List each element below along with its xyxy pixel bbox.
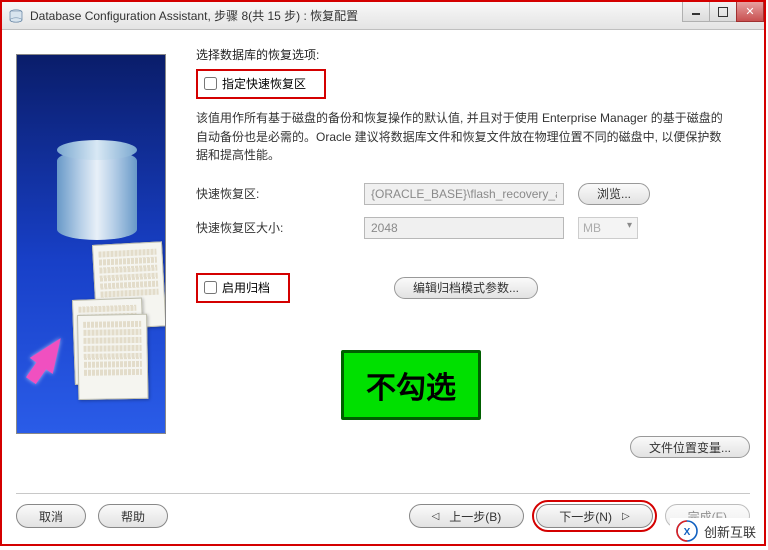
back-button-label: 上一步(B) (449, 508, 501, 525)
close-button[interactable] (736, 2, 764, 22)
browse-button[interactable]: 浏览... (578, 183, 650, 205)
cancel-button[interactable]: 取消 (16, 504, 86, 528)
archive-checkbox-label: 启用归档 (222, 279, 270, 296)
app-icon (8, 8, 24, 24)
archive-checkbox-input[interactable] (204, 281, 217, 294)
next-button[interactable]: 下一步(N) (536, 504, 652, 528)
recovery-size-unit: MB (578, 217, 638, 239)
minimize-button[interactable] (682, 2, 710, 22)
recovery-size-label: 快速恢复区大小: (196, 219, 364, 236)
title-bar: Database Configuration Assistant, 步骤 8(共… (2, 2, 764, 30)
watermark-text: 创新互联 (704, 522, 756, 541)
wizard-button-bar: 取消 帮助 上一步(B) 下一步(N) 完成(F) (16, 493, 750, 528)
highlight-box-archive: 启用归档 (196, 273, 290, 303)
watermark: X 创新互联 (670, 518, 762, 544)
file-location-button[interactable]: 文件位置变量... (630, 436, 750, 458)
archive-checkbox[interactable]: 启用归档 (204, 279, 270, 296)
recovery-area-label: 快速恢复区: (196, 185, 364, 202)
next-button-label: 下一步(N) (559, 508, 612, 525)
fast-recovery-checkbox-label: 指定快速恢复区 (222, 75, 306, 92)
section-heading: 选择数据库的恢复选项: (196, 46, 750, 63)
help-button[interactable]: 帮助 (98, 504, 168, 528)
watermark-logo-icon: X (676, 520, 698, 542)
fast-recovery-checkbox-input[interactable] (204, 77, 217, 90)
back-button[interactable]: 上一步(B) (409, 504, 525, 528)
recovery-size-input (364, 217, 564, 239)
fast-recovery-description: 该值用作所有基于磁盘的备份和恢复操作的默认值, 并且对于使用 Enterpris… (196, 109, 732, 165)
annotation-callout: 不勾选 (341, 350, 481, 420)
recovery-area-input (364, 183, 564, 205)
svg-text:X: X (684, 527, 691, 538)
highlight-box-fast-recovery: 指定快速恢复区 (196, 69, 326, 99)
edit-archive-button[interactable]: 编辑归档模式参数... (394, 277, 538, 299)
wizard-banner (16, 54, 166, 434)
fast-recovery-checkbox[interactable]: 指定快速恢复区 (204, 75, 306, 92)
window-title: Database Configuration Assistant, 步骤 8(共… (30, 7, 358, 24)
maximize-button[interactable] (709, 2, 737, 22)
window-controls (683, 2, 764, 22)
